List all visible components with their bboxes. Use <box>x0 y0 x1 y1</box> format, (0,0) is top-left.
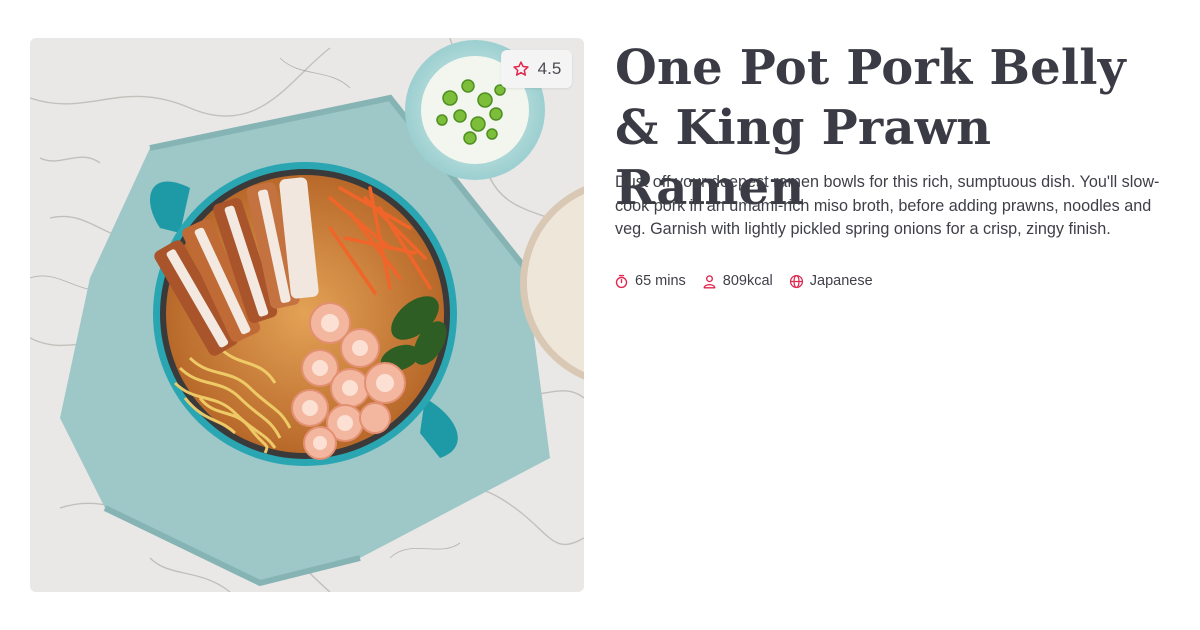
recipe-meta: 65 mins 809kcal Japanese <box>614 273 873 289</box>
meta-calories-value: 809kcal <box>722 273 773 289</box>
rating-value: 4.5 <box>537 59 562 78</box>
stopwatch-icon <box>615 274 628 288</box>
meta-cuisine: Japanese <box>789 273 873 289</box>
meta-time: 65 mins <box>614 273 686 289</box>
globe-icon <box>789 274 803 288</box>
meta-cuisine-value: Japanese <box>809 273 873 289</box>
recipe-image <box>30 38 584 592</box>
recipe-description: Dust off your deepest ramen bowls for th… <box>615 173 1160 238</box>
rating-badge: 4.5 <box>501 50 572 88</box>
person-icon <box>703 274 716 288</box>
star-icon <box>513 61 529 76</box>
meta-calories: 809kcal <box>702 273 773 289</box>
meta-time-value: 65 mins <box>635 273 686 289</box>
